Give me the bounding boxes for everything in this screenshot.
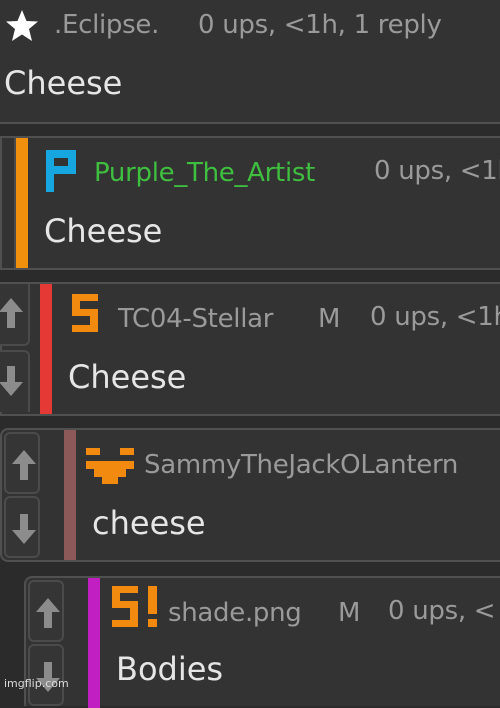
- downvote-button[interactable]: [28, 644, 64, 706]
- comment-meta: 0 ups, <1h: [370, 302, 500, 332]
- comment-username[interactable]: SammyTheJackOLantern: [144, 450, 458, 480]
- comment-text: Cheese: [4, 64, 123, 102]
- comment-card: Purple_The_Artist 0 ups, <1h Cheese: [0, 136, 500, 270]
- arrow-up-icon: [36, 598, 60, 628]
- moderator-badge: M: [338, 598, 361, 628]
- upvote-button[interactable]: [0, 284, 30, 346]
- star-icon: [6, 10, 38, 41]
- vote-column: [2, 138, 16, 268]
- downvote-button[interactable]: [4, 496, 40, 558]
- comment-username[interactable]: TC04-Stellar: [118, 304, 273, 334]
- arrow-up-icon: [0, 298, 23, 328]
- reply-stripe: [88, 578, 100, 708]
- upvote-button[interactable]: [4, 432, 40, 494]
- comment-username[interactable]: shade.png: [168, 598, 302, 628]
- comment-meta: 0 ups, <: [388, 596, 496, 626]
- comment-text: Cheese: [44, 212, 163, 250]
- orange-s-exclaim-icon: [112, 586, 157, 627]
- arrow-down-icon: [0, 366, 23, 396]
- downvote-button[interactable]: [0, 350, 30, 412]
- comment-username[interactable]: .Eclipse.: [54, 10, 159, 40]
- reply-stripe: [40, 284, 52, 414]
- comment-username[interactable]: Purple_The_Artist: [94, 158, 315, 188]
- watermark: imgflip.com: [4, 677, 69, 690]
- orange-s-icon: [72, 294, 98, 332]
- arrow-up-icon: [12, 450, 36, 480]
- comment-card: TC04-Stellar M 0 ups, <1h Cheese: [0, 282, 500, 416]
- comment-meta: 0 ups, <1h: [374, 156, 500, 186]
- comment-card: .Eclipse. 0 ups, <1h, 1 reply Cheese: [0, 0, 500, 124]
- moderator-badge: M: [318, 304, 341, 334]
- comment-text: Bodies: [116, 650, 224, 688]
- arrow-down-icon: [12, 514, 36, 544]
- comment-text: Cheese: [68, 358, 187, 396]
- jack-o-lantern-icon: [86, 448, 134, 484]
- comment-meta: 0 ups, <1h, 1 reply: [198, 10, 442, 40]
- blue-p-icon: [46, 150, 76, 192]
- comment-card: shade.png M 0 ups, < Bodies: [24, 576, 500, 708]
- comment-text: cheese: [92, 504, 206, 542]
- reply-stripe: [16, 138, 28, 268]
- reply-stripe: [64, 430, 76, 560]
- upvote-button[interactable]: [28, 580, 64, 642]
- comment-card: SammyTheJackOLantern cheese: [0, 428, 500, 562]
